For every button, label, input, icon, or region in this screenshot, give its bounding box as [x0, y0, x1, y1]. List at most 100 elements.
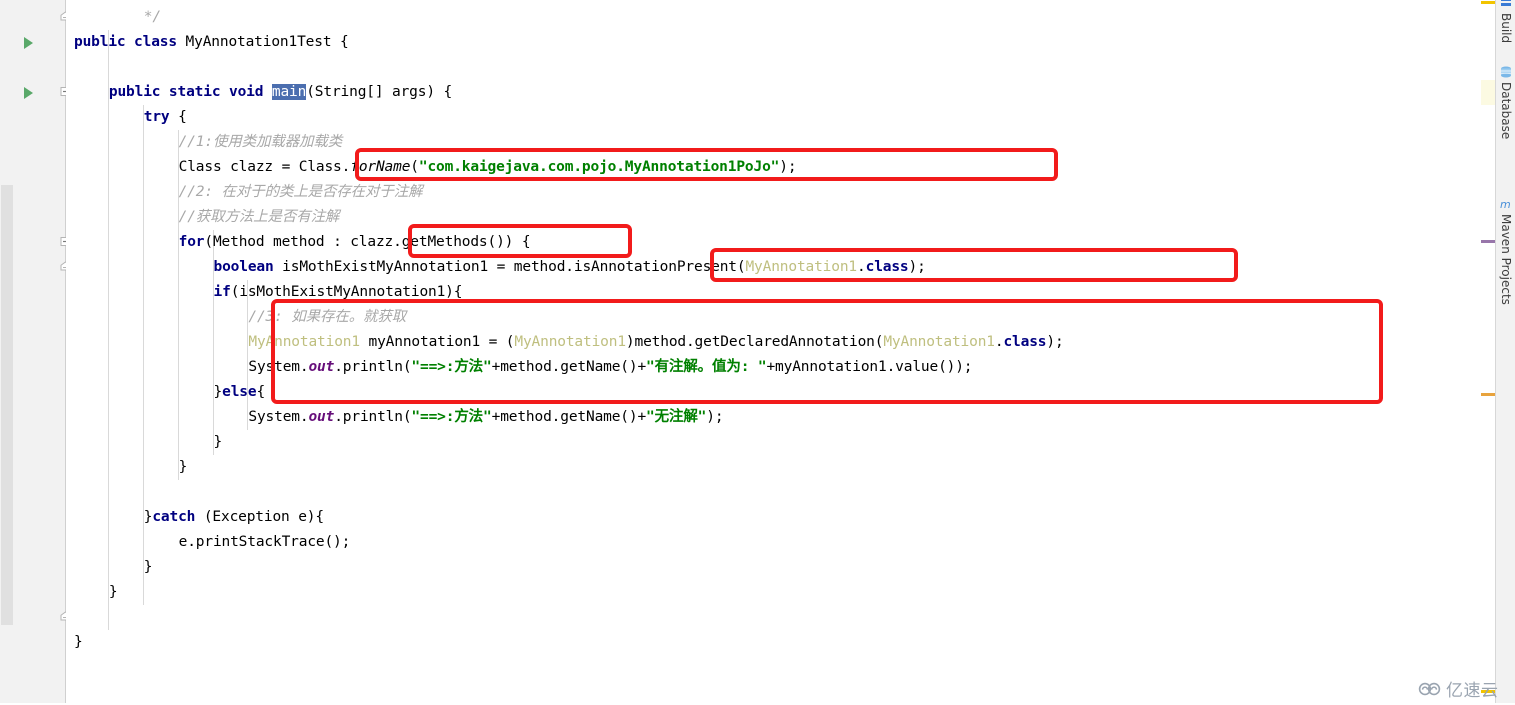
right-tool-window-bar[interactable]: Build Database m Maven Projects	[1495, 0, 1515, 703]
code-token: Class clazz = Class.	[178, 159, 351, 175]
code-token: MyAnnotation1	[883, 334, 995, 350]
code-token: (String[] args) {	[306, 84, 453, 100]
code-line: public static void main(String[] args) {	[109, 80, 452, 105]
code-token: }	[143, 559, 153, 575]
code-line: Class clazz = Class.forName("com.kaigeja…	[179, 155, 797, 180]
code-token: catch	[152, 509, 196, 525]
code-text-area[interactable]: */public class MyAnnotation1Test {public…	[66, 0, 1481, 703]
code-token: (Method method : clazz.getMethods()) {	[204, 234, 531, 250]
code-token: );	[706, 409, 724, 425]
code-token: boolean	[213, 259, 274, 275]
code-token: class	[865, 259, 909, 275]
tool-window-tab-build[interactable]: Build	[1496, 13, 1515, 43]
code-token: {	[169, 109, 187, 125]
code-token: }	[108, 584, 118, 600]
svg-text:m: m	[1500, 198, 1511, 211]
indent-guide	[142, 105, 144, 605]
code-line: */	[144, 5, 161, 30]
code-line: }catch (Exception e){	[144, 505, 324, 530]
code-token: out	[308, 359, 335, 375]
run-play-icon[interactable]	[24, 87, 33, 99]
code-token: //3: 如果存在。就获取	[248, 309, 407, 325]
maven-icon[interactable]: m	[1499, 196, 1513, 211]
stripe-caret-marker	[1481, 80, 1495, 105]
annotation-gutter[interactable]	[52, 0, 65, 703]
code-line: //3: 如果存在。就获取	[248, 305, 406, 330]
stripe-marker[interactable]	[1481, 240, 1495, 243]
code-token: .	[857, 259, 866, 275]
tool-window-tab-maven-projects[interactable]: Maven Projects	[1496, 214, 1515, 305]
code-line: //2: 在对于的类上是否存在对于注解	[179, 180, 423, 205]
tool-window-tab-database[interactable]: Database	[1496, 82, 1515, 139]
code-token: {	[256, 384, 266, 400]
code-line: System.out.println("==>:方法"+method.getNa…	[248, 405, 723, 430]
code-line: public class MyAnnotation1Test {	[74, 30, 349, 55]
code-token: }	[213, 384, 223, 400]
code-token: MyAnnotation1Test {	[185, 34, 349, 50]
code-token: public static void	[108, 84, 272, 100]
site-watermark: 亿速云	[1418, 676, 1499, 701]
code-token: +method.getName()+	[491, 359, 647, 375]
vertical-scrollbar-thumb[interactable]	[1, 185, 13, 625]
code-line: //1:使用类加载器加载类	[178, 130, 343, 155]
code-line: }	[144, 555, 153, 580]
code-token: e.printStackTrace();	[178, 534, 351, 550]
code-token: else	[222, 384, 257, 400]
code-line: for(Method method : clazz.getMethods()) …	[179, 230, 531, 255]
code-token: (Exception e){	[195, 509, 324, 525]
code-token: //获取方法上是否有注解	[178, 209, 340, 225]
code-line: if(isMothExistMyAnnotation1){	[214, 280, 463, 305]
code-editor[interactable]: 3456789012345678901234567890 */public cl…	[0, 0, 1515, 703]
code-line: System.out.println("==>:方法"+method.getNa…	[248, 355, 972, 380]
code-line: try {	[144, 105, 187, 130]
editor-scroll-stripe[interactable]	[1481, 0, 1495, 703]
code-line: //获取方法上是否有注解	[179, 205, 340, 230]
code-line: }	[214, 430, 223, 455]
code-token: System.	[248, 409, 309, 425]
code-token: class	[1003, 334, 1047, 350]
code-token: +myAnnotation1.value());	[766, 359, 973, 375]
stripe-marker[interactable]	[1481, 1, 1495, 4]
code-token: */	[143, 9, 161, 25]
code-token: System.	[248, 359, 309, 375]
code-token: out	[308, 409, 335, 425]
code-token: .println(	[334, 359, 412, 375]
code-token: //1:使用类加载器加载类	[178, 134, 343, 150]
code-token: MyAnnotation1	[745, 259, 858, 275]
cloud-logo-icon	[1418, 681, 1442, 697]
code-token: "com.kaigejava.com.pojo.MyAnnotation1PoJ…	[418, 159, 780, 175]
code-line: }else{	[214, 380, 266, 405]
code-token: try	[143, 109, 170, 125]
build-icon[interactable]	[1499, 0, 1513, 9]
code-token: MyAnnotation1	[514, 334, 626, 350]
indent-guide	[107, 30, 109, 630]
code-line: }	[179, 455, 188, 480]
code-token: }	[213, 434, 223, 450]
code-token: isMothExistMyAnnotation1 = method.isAnno…	[273, 259, 746, 275]
code-token: forName	[350, 159, 411, 175]
run-play-icon[interactable]	[24, 37, 33, 49]
code-token: //2: 在对于的类上是否存在对于注解	[178, 184, 423, 200]
stripe-marker[interactable]	[1481, 393, 1495, 396]
code-token: )method.getDeclaredAnnotation(	[625, 334, 884, 350]
code-token: myAnnotation1 = (	[359, 334, 515, 350]
code-token: "有注解。值为: "	[646, 359, 767, 375]
code-token: }	[178, 459, 188, 475]
code-token: .println(	[334, 409, 412, 425]
selected-token: main	[271, 84, 307, 100]
code-line: boolean isMothExistMyAnnotation1 = metho…	[214, 255, 926, 280]
code-token: (isMothExistMyAnnotation1){	[230, 284, 463, 300]
code-token: public class	[74, 34, 186, 50]
code-token: );	[779, 159, 797, 175]
code-line: }	[109, 580, 118, 605]
code-line: }	[74, 630, 83, 655]
code-token: }	[74, 634, 83, 650]
code-token: +method.getName()+	[491, 409, 647, 425]
code-token: "==>:方法"	[411, 409, 492, 425]
code-token: );	[908, 259, 926, 275]
code-token: MyAnnotation1	[248, 334, 360, 350]
code-token: (	[410, 159, 419, 175]
database-icon[interactable]	[1499, 64, 1513, 78]
code-token: "无注解"	[646, 409, 707, 425]
code-token: if	[213, 284, 231, 300]
